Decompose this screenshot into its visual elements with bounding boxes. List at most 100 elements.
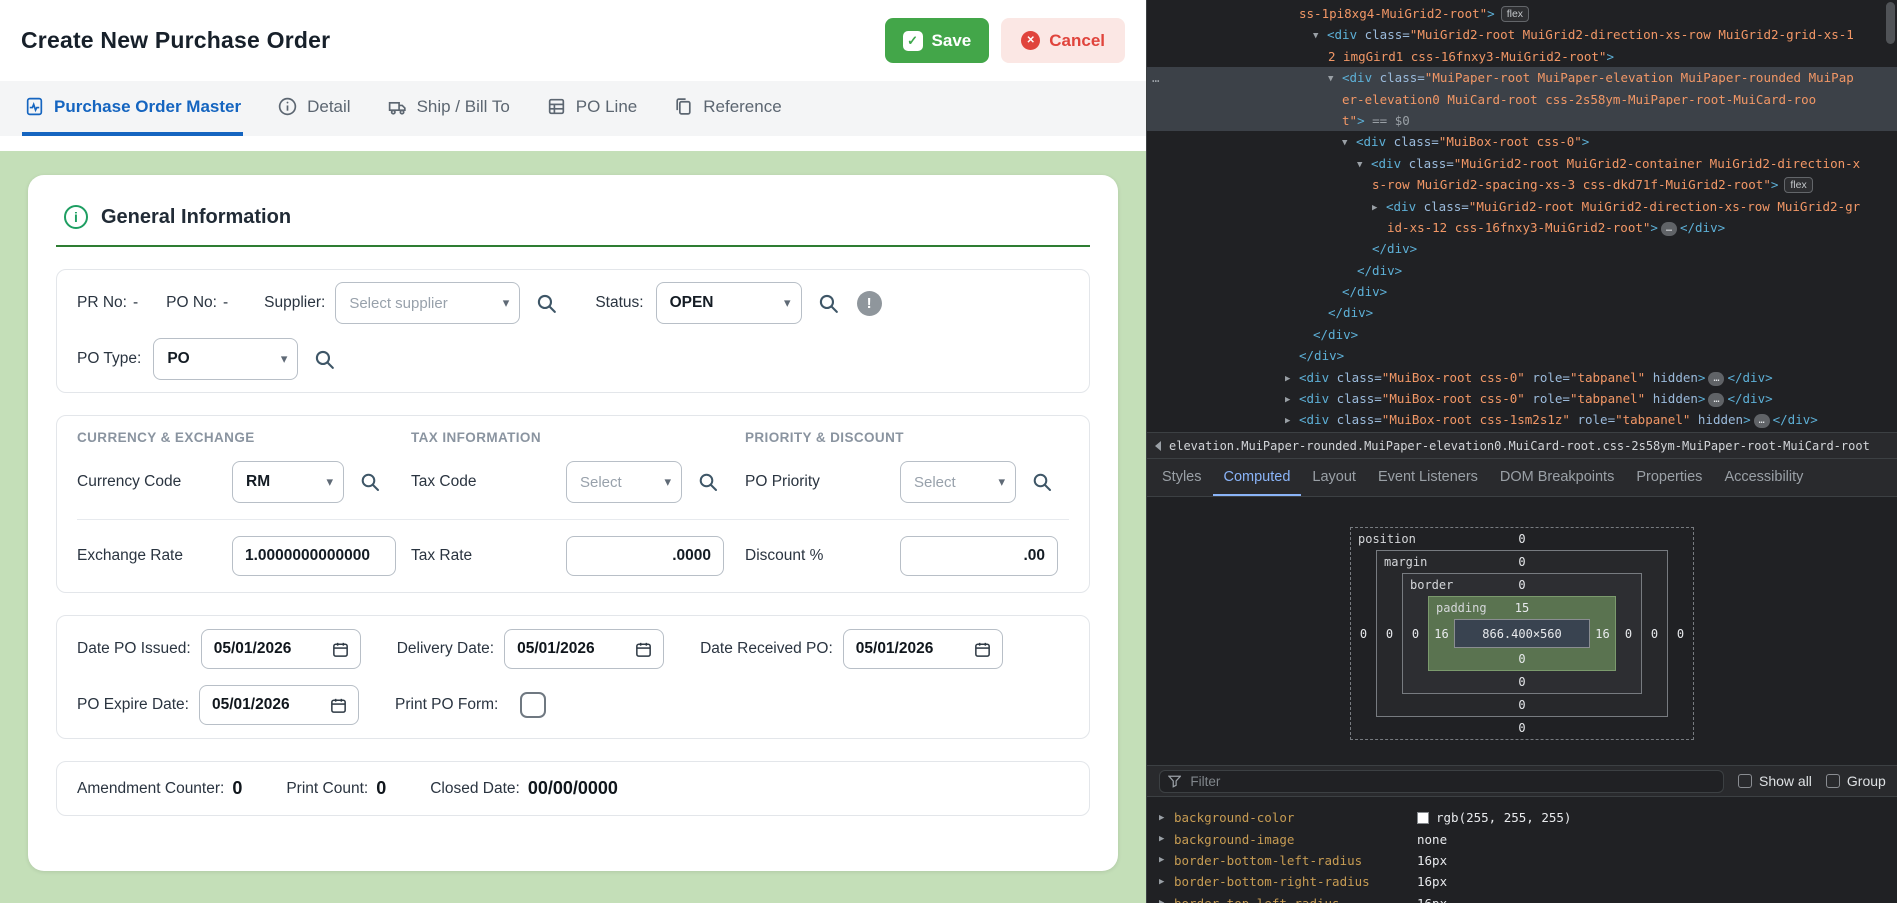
code-token[interactable]: ▶ — [1285, 369, 1299, 390]
color-swatch[interactable] — [1417, 812, 1429, 824]
date-received-input[interactable]: 05/01/2026 — [843, 629, 1003, 669]
dom-node-line[interactable]: ▶<div class="MuiGrid2-root MuiGrid2-dire… — [1147, 196, 1897, 217]
dom-node-line[interactable]: t"> == $0 — [1147, 110, 1897, 131]
chevron-down-icon: ▾ — [664, 474, 671, 490]
currency-search-button[interactable] — [358, 470, 382, 494]
computed-property-row[interactable]: ▶background-imagenone — [1147, 828, 1897, 849]
supplier-select[interactable]: Select supplier ▾ — [335, 282, 520, 324]
card-header: i General Information — [64, 205, 1090, 229]
tab-detail[interactable]: Detail — [275, 81, 352, 136]
discount-input[interactable]: .00 — [900, 536, 1058, 576]
delivery-date-input[interactable]: 05/01/2026 — [504, 629, 664, 669]
dom-node-line[interactable]: </div> — [1147, 281, 1897, 302]
devtools-tab-layout[interactable]: Layout — [1301, 459, 1367, 496]
dom-node-line[interactable]: ▼<div class="MuiGrid2-root MuiGrid2-cont… — [1147, 153, 1897, 174]
show-all-checkbox[interactable]: Show all — [1738, 773, 1812, 789]
dom-node-line[interactable]: …▼<div class="MuiPaper-root MuiPaper-ele… — [1147, 67, 1897, 88]
expand-arrow-icon[interactable]: ▶ — [1159, 898, 1174, 903]
devtools-tab-event-listeners[interactable]: Event Listeners — [1367, 459, 1489, 496]
dom-node-line[interactable]: </div> — [1147, 302, 1897, 323]
breadcrumb[interactable]: elevation.MuiPaper-rounded.MuiPaper-elev… — [1169, 439, 1870, 453]
tax-code-search-button[interactable] — [696, 470, 720, 494]
node-more-actions-ellipsis[interactable]: … — [1152, 67, 1161, 88]
collapsed-content-ellipsis[interactable]: … — [1754, 414, 1770, 428]
print-count-value: 0 — [376, 778, 386, 799]
computed-property-row[interactable]: ▶border-bottom-right-radius16px — [1147, 871, 1897, 892]
cancel-x-icon: ✕ — [1021, 31, 1040, 50]
dom-node-line[interactable]: id-xs-12 css-16fnxy3-MuiGrid2-root">…</d… — [1147, 217, 1897, 238]
dom-node-line[interactable]: </div> — [1147, 324, 1897, 345]
code-token[interactable]: ▼ — [1328, 69, 1342, 90]
devtools-tab-properties[interactable]: Properties — [1625, 459, 1713, 496]
collapsed-content-ellipsis[interactable]: … — [1708, 372, 1724, 386]
status-select[interactable]: OPEN ▾ — [656, 282, 802, 324]
tax-rate-input[interactable]: .0000 — [566, 536, 724, 576]
calendar-icon — [331, 640, 350, 659]
supplier-search-button[interactable] — [534, 291, 559, 316]
dom-node-line[interactable]: </div> — [1147, 260, 1897, 281]
code-token[interactable]: ▼ — [1342, 133, 1356, 154]
collapsed-content-ellipsis[interactable]: … — [1708, 393, 1724, 407]
po-priority-select[interactable]: Select ▾ — [900, 461, 1016, 503]
search-icon — [816, 291, 841, 316]
collapsed-content-ellipsis[interactable]: … — [1661, 222, 1677, 236]
dom-node-line[interactable]: 2 imgGird1 css-16fnxy3-MuiGrid2-root"> — [1147, 46, 1897, 67]
exchange-rate-input[interactable]: 1.0000000000000 — [232, 536, 396, 576]
dom-node-line[interactable]: ss-1pi8xg4-MuiGrid2-root">flex — [1147, 3, 1897, 24]
computed-property-row[interactable]: ▶background-colorrgb(255, 255, 255) — [1147, 807, 1897, 828]
dom-node-line[interactable]: ▼<div class="MuiGrid2-root MuiGrid2-dire… — [1147, 24, 1897, 45]
tab-purchase-order-master[interactable]: Purchase Order Master — [22, 81, 243, 136]
tab-ship-bill-to[interactable]: Ship / Bill To — [385, 81, 512, 136]
dom-node-line[interactable]: er-elevation0 MuiCard-root css-2s58ym-Mu… — [1147, 89, 1897, 110]
filter-input-wrap[interactable] — [1159, 770, 1724, 793]
expand-arrow-icon[interactable]: ▶ — [1159, 877, 1174, 887]
po-priority-search-button[interactable] — [1030, 470, 1054, 494]
print-po-form-checkbox[interactable] — [520, 692, 546, 718]
search-icon — [1030, 470, 1054, 494]
flex-badge[interactable]: flex — [1501, 6, 1529, 22]
flex-badge[interactable]: flex — [1784, 177, 1812, 193]
currency-code-select[interactable]: RM ▾ — [232, 461, 344, 503]
breadcrumb-scroll-left-button[interactable] — [1147, 441, 1169, 451]
po-type-search-button[interactable] — [312, 347, 337, 372]
tab-po-line[interactable]: PO Line — [544, 81, 639, 136]
group-checkbox[interactable]: Group — [1826, 773, 1886, 789]
code-token[interactable]: ▼ — [1357, 155, 1371, 176]
cancel-button[interactable]: ✕ Cancel — [1001, 18, 1125, 63]
code-token[interactable]: ▶ — [1285, 390, 1299, 411]
devtools-tab-computed[interactable]: Computed — [1213, 459, 1302, 496]
expand-arrow-icon[interactable]: ▶ — [1159, 813, 1174, 823]
expand-arrow-icon[interactable]: ▶ — [1159, 834, 1174, 844]
code-token: class= — [1401, 156, 1454, 171]
computed-filter-field[interactable] — [1188, 773, 1715, 790]
po-expire-input[interactable]: 05/01/2026 — [199, 685, 359, 725]
tax-code-select[interactable]: Select ▾ — [566, 461, 682, 503]
computed-property-row[interactable]: ▶border-bottom-left-radius16px — [1147, 850, 1897, 871]
status-search-button[interactable] — [816, 291, 841, 316]
padding-label: padding — [1436, 597, 1487, 619]
dom-node-line[interactable]: ▶<div class="MuiBox-root css-1sm2s1z" ro… — [1147, 409, 1897, 430]
devtools-tab-styles[interactable]: Styles — [1151, 459, 1213, 496]
dom-node-line[interactable]: ▶<div class="MuiBox-root css-0" role="ta… — [1147, 388, 1897, 409]
code-token: </div> — [1357, 263, 1402, 278]
computed-property-row[interactable]: ▶border-top-left-radius16px — [1147, 893, 1897, 903]
closed-date-label: Closed Date: — [430, 780, 520, 798]
dom-node-line[interactable]: ▶<div class="MuiBox-root css-0" role="ta… — [1147, 367, 1897, 388]
po-type-value: PO — [167, 350, 189, 368]
scrollbar-thumb[interactable] — [1886, 2, 1895, 44]
date-po-issued-input[interactable]: 05/01/2026 — [201, 629, 361, 669]
code-token[interactable]: ▶ — [1285, 411, 1299, 432]
dom-node-line[interactable]: </div> — [1147, 238, 1897, 259]
dom-node-line[interactable]: s-row MuiGrid2-spacing-xs-3 css-dkd71f-M… — [1147, 174, 1897, 195]
devtools-tab-accessibility[interactable]: Accessibility — [1713, 459, 1814, 496]
dom-node-line[interactable]: </div> — [1147, 345, 1897, 366]
code-token[interactable]: ▶ — [1372, 198, 1386, 219]
dom-node-line[interactable]: ▼<div class="MuiBox-root css-0"> — [1147, 131, 1897, 152]
code-token: class= — [1372, 70, 1425, 85]
expand-arrow-icon[interactable]: ▶ — [1159, 855, 1174, 865]
devtools-tab-dom-breakpoints[interactable]: DOM Breakpoints — [1489, 459, 1625, 496]
save-button[interactable]: ✓ Save — [885, 18, 990, 63]
code-token[interactable]: ▼ — [1313, 26, 1327, 47]
tab-reference[interactable]: Reference — [671, 81, 783, 136]
po-type-select[interactable]: PO ▾ — [153, 338, 298, 380]
